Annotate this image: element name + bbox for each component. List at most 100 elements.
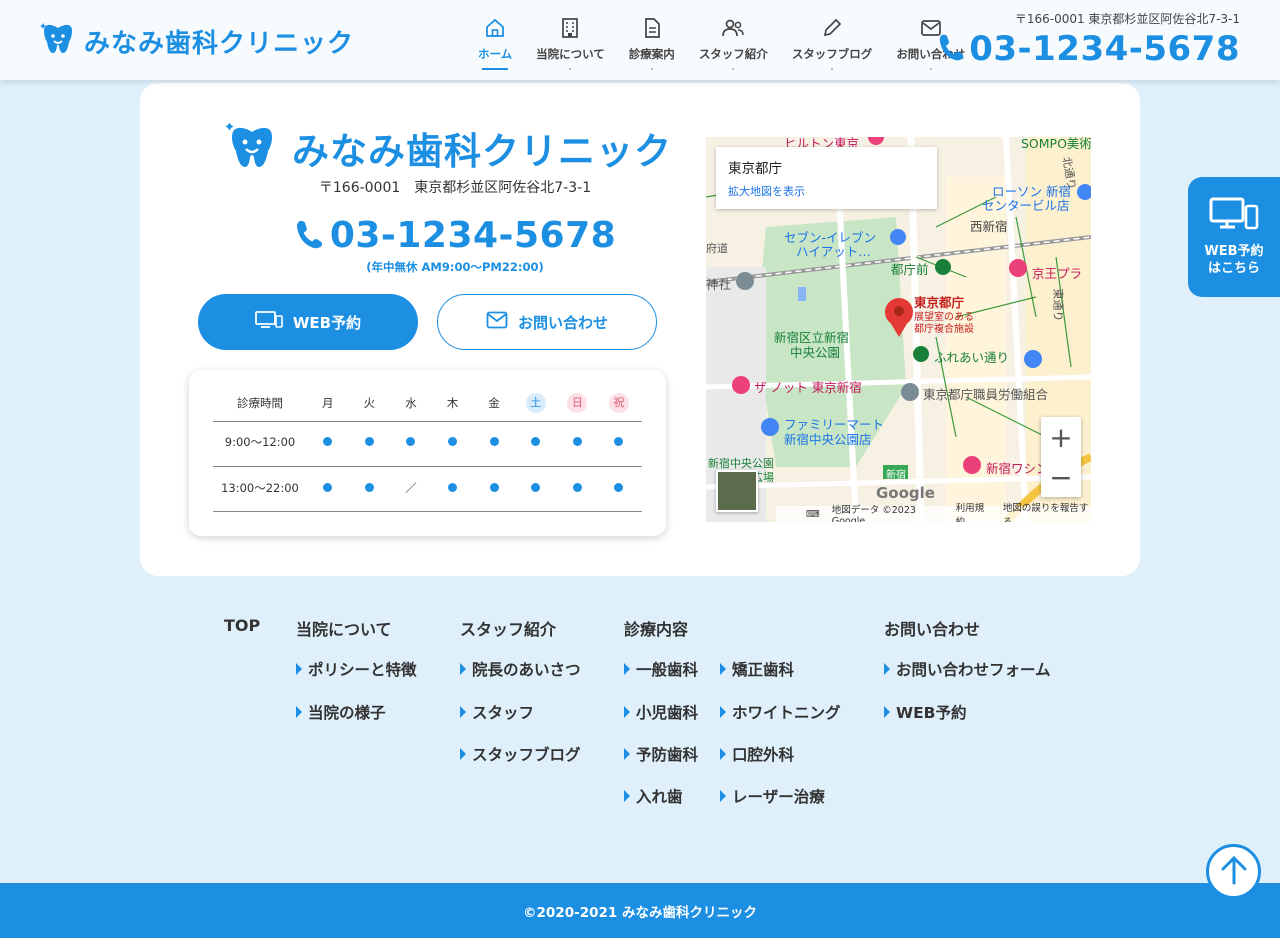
site-header: みなみ歯科クリニック ホーム 当院について 診療案内 スタッフ紹介 スタッフブロ… — [0, 0, 1280, 80]
footer-link[interactable]: 入れ歯 — [624, 785, 683, 807]
slot-open — [432, 481, 474, 495]
map-label-lawson: センタービル店 — [982, 198, 1070, 213]
footer-top-link[interactable]: TOP — [224, 616, 260, 635]
footer-link[interactable]: レーザー治療 — [720, 785, 825, 807]
footer-link-label: 入れ歯 — [636, 788, 683, 806]
map-zoom-control: + − — [1041, 417, 1081, 497]
day-wed: 水 — [390, 395, 432, 411]
map-enlarge-link[interactable]: 拡大地図を表示 — [728, 183, 925, 199]
building-icon — [559, 14, 581, 42]
slot-open — [598, 435, 640, 449]
footer-link[interactable]: ホワイトニング — [720, 701, 841, 723]
nav-about[interactable]: 当院について — [524, 14, 617, 70]
footer-link[interactable]: お問い合わせフォーム — [884, 658, 1051, 680]
map-zoom-out-button[interactable]: − — [1041, 457, 1081, 497]
contact-button[interactable]: お問い合わせ — [437, 294, 657, 350]
footer-link[interactable]: 小児歯科 — [624, 701, 698, 723]
slot-open — [432, 435, 474, 449]
footer-treatment-title[interactable]: 診療内容 — [624, 616, 688, 640]
nav-home[interactable]: ホーム — [466, 14, 524, 70]
card-phone[interactable]: 03-1234-5678 — [140, 215, 770, 256]
footer-link[interactable]: 院長のあいさつ — [460, 658, 581, 680]
main-nav: ホーム 当院について 診療案内 スタッフ紹介 スタッフブログ お問い合わせ — [466, 14, 977, 70]
footer-link[interactable]: スタッフブログ — [460, 743, 581, 765]
keyboard-icon[interactable]: ⌨ — [806, 509, 820, 520]
caret-right-icon — [296, 706, 302, 718]
header-logo[interactable]: みなみ歯科クリニック — [40, 22, 354, 60]
day-holiday: 祝 — [598, 393, 640, 413]
footer-about-title[interactable]: 当院について — [296, 616, 392, 640]
contact-button-label: お問い合わせ — [517, 313, 608, 332]
slot-open — [515, 435, 557, 449]
map-label-knot: ザ ノット 東京新宿 — [754, 380, 862, 395]
header-address: 〒166-0001 東京都杉並区阿佐谷北7-3-1 — [1014, 12, 1240, 26]
footer-contact-title[interactable]: お問い合わせ — [884, 616, 980, 640]
copyright-text: ©2020-2021 みなみ歯科クリニック — [523, 904, 757, 921]
google-map[interactable]: 東京都庁 展望室のある 都庁複合施設 セブン-イレブン ハイアット… ローソン … — [706, 137, 1091, 522]
footer-link[interactable]: 矯正歯科 — [720, 658, 794, 680]
day-label: 月 — [322, 396, 334, 410]
side-web-label-line2: はこちら — [1207, 261, 1260, 276]
slot-open — [307, 481, 349, 495]
devices-icon — [1209, 197, 1259, 235]
map-label-shinjuku-badge: 新宿 — [886, 470, 906, 481]
footer-link[interactable]: 当院の様子 — [296, 701, 386, 723]
map-label-nishishinjuku: 西新宿 — [970, 219, 1008, 234]
map-zoom-in-button[interactable]: + — [1041, 417, 1081, 457]
footer-link[interactable]: 一般歯科 — [624, 658, 698, 680]
nav-separator-dot — [569, 68, 572, 70]
schedule-table: 診療時間 月 火 水 木 金 土 日 祝 9:00〜12:00 13:00〜22… — [189, 370, 666, 536]
map-terms-link[interactable]: 利用規約 — [956, 500, 991, 522]
map-label-sompo: SOMPO美術 — [1021, 137, 1091, 151]
caret-right-icon — [624, 748, 630, 760]
caret-right-icon — [720, 706, 726, 718]
caret-right-icon — [460, 748, 466, 760]
nav-staff[interactable]: スタッフ紹介 — [687, 14, 780, 70]
day-fri: 金 — [473, 395, 515, 411]
footer-link[interactable]: 口腔外科 — [720, 743, 794, 765]
slot-open — [349, 481, 391, 495]
header-logo-text: みなみ歯科クリニック — [84, 28, 355, 59]
slot-open — [598, 481, 640, 495]
footer-link-label: 予防歯科 — [636, 746, 699, 764]
day-label: 金 — [488, 396, 500, 410]
footer-link[interactable]: WEB予約 — [884, 701, 967, 723]
day-label: 火 — [363, 396, 376, 410]
schedule-header-row: 診療時間 月 火 水 木 金 土 日 祝 — [213, 391, 642, 415]
footer-link-label: 院長のあいさつ — [472, 661, 581, 679]
header-phone[interactable]: 03-1234-5678 — [937, 29, 1240, 69]
arrow-up-icon — [1220, 855, 1248, 889]
header-contact: 〒166-0001 東京都杉並区阿佐谷北7-3-1 03-1234-5678 — [937, 10, 1240, 69]
map-label-shrine: 神社 — [706, 277, 732, 292]
map-label-seven: ハイアット… — [796, 244, 871, 259]
caret-right-icon — [296, 663, 302, 675]
pencil-icon — [821, 14, 843, 42]
caret-right-icon — [624, 706, 630, 718]
web-reservation-button[interactable]: WEB予約 — [198, 294, 418, 350]
nav-treatment[interactable]: 診療案内 — [617, 14, 687, 70]
caret-right-icon — [460, 663, 466, 675]
nav-blog[interactable]: スタッフブログ — [780, 14, 885, 70]
footer-link[interactable]: スタッフ — [460, 701, 534, 723]
footer-staff-title[interactable]: スタッフ紹介 — [460, 616, 556, 640]
slot-open — [349, 435, 391, 449]
phone-icon — [937, 32, 965, 66]
footer-link[interactable]: ポリシーと特徴 — [296, 658, 417, 680]
card-address: 〒166-0001 東京都杉並区阿佐谷北7-3-1 — [318, 180, 592, 196]
side-web-reservation-button[interactable]: WEB予約 はこちら — [1188, 177, 1280, 297]
caret-right-icon — [460, 706, 466, 718]
caret-right-icon — [720, 748, 726, 760]
map-satellite-toggle[interactable] — [716, 470, 758, 512]
back-to-top-button[interactable] — [1206, 844, 1261, 899]
card-logo: みなみ歯科クリニック — [224, 121, 672, 175]
phone-icon — [294, 218, 324, 254]
footer-link[interactable]: 予防歯科 — [624, 743, 698, 765]
nav-staff-label: スタッフ紹介 — [698, 47, 768, 61]
map-report-link[interactable]: 地図の誤りを報告する — [1003, 500, 1091, 522]
nav-blog-label: スタッフブログ — [791, 47, 873, 61]
day-thu: 木 — [432, 395, 474, 411]
tooth-logo-icon — [224, 122, 278, 173]
schedule-header-label: 診療時間 — [237, 396, 283, 410]
slot-open — [557, 481, 599, 495]
header-phone-number: 03-1234-5678 — [969, 29, 1240, 69]
